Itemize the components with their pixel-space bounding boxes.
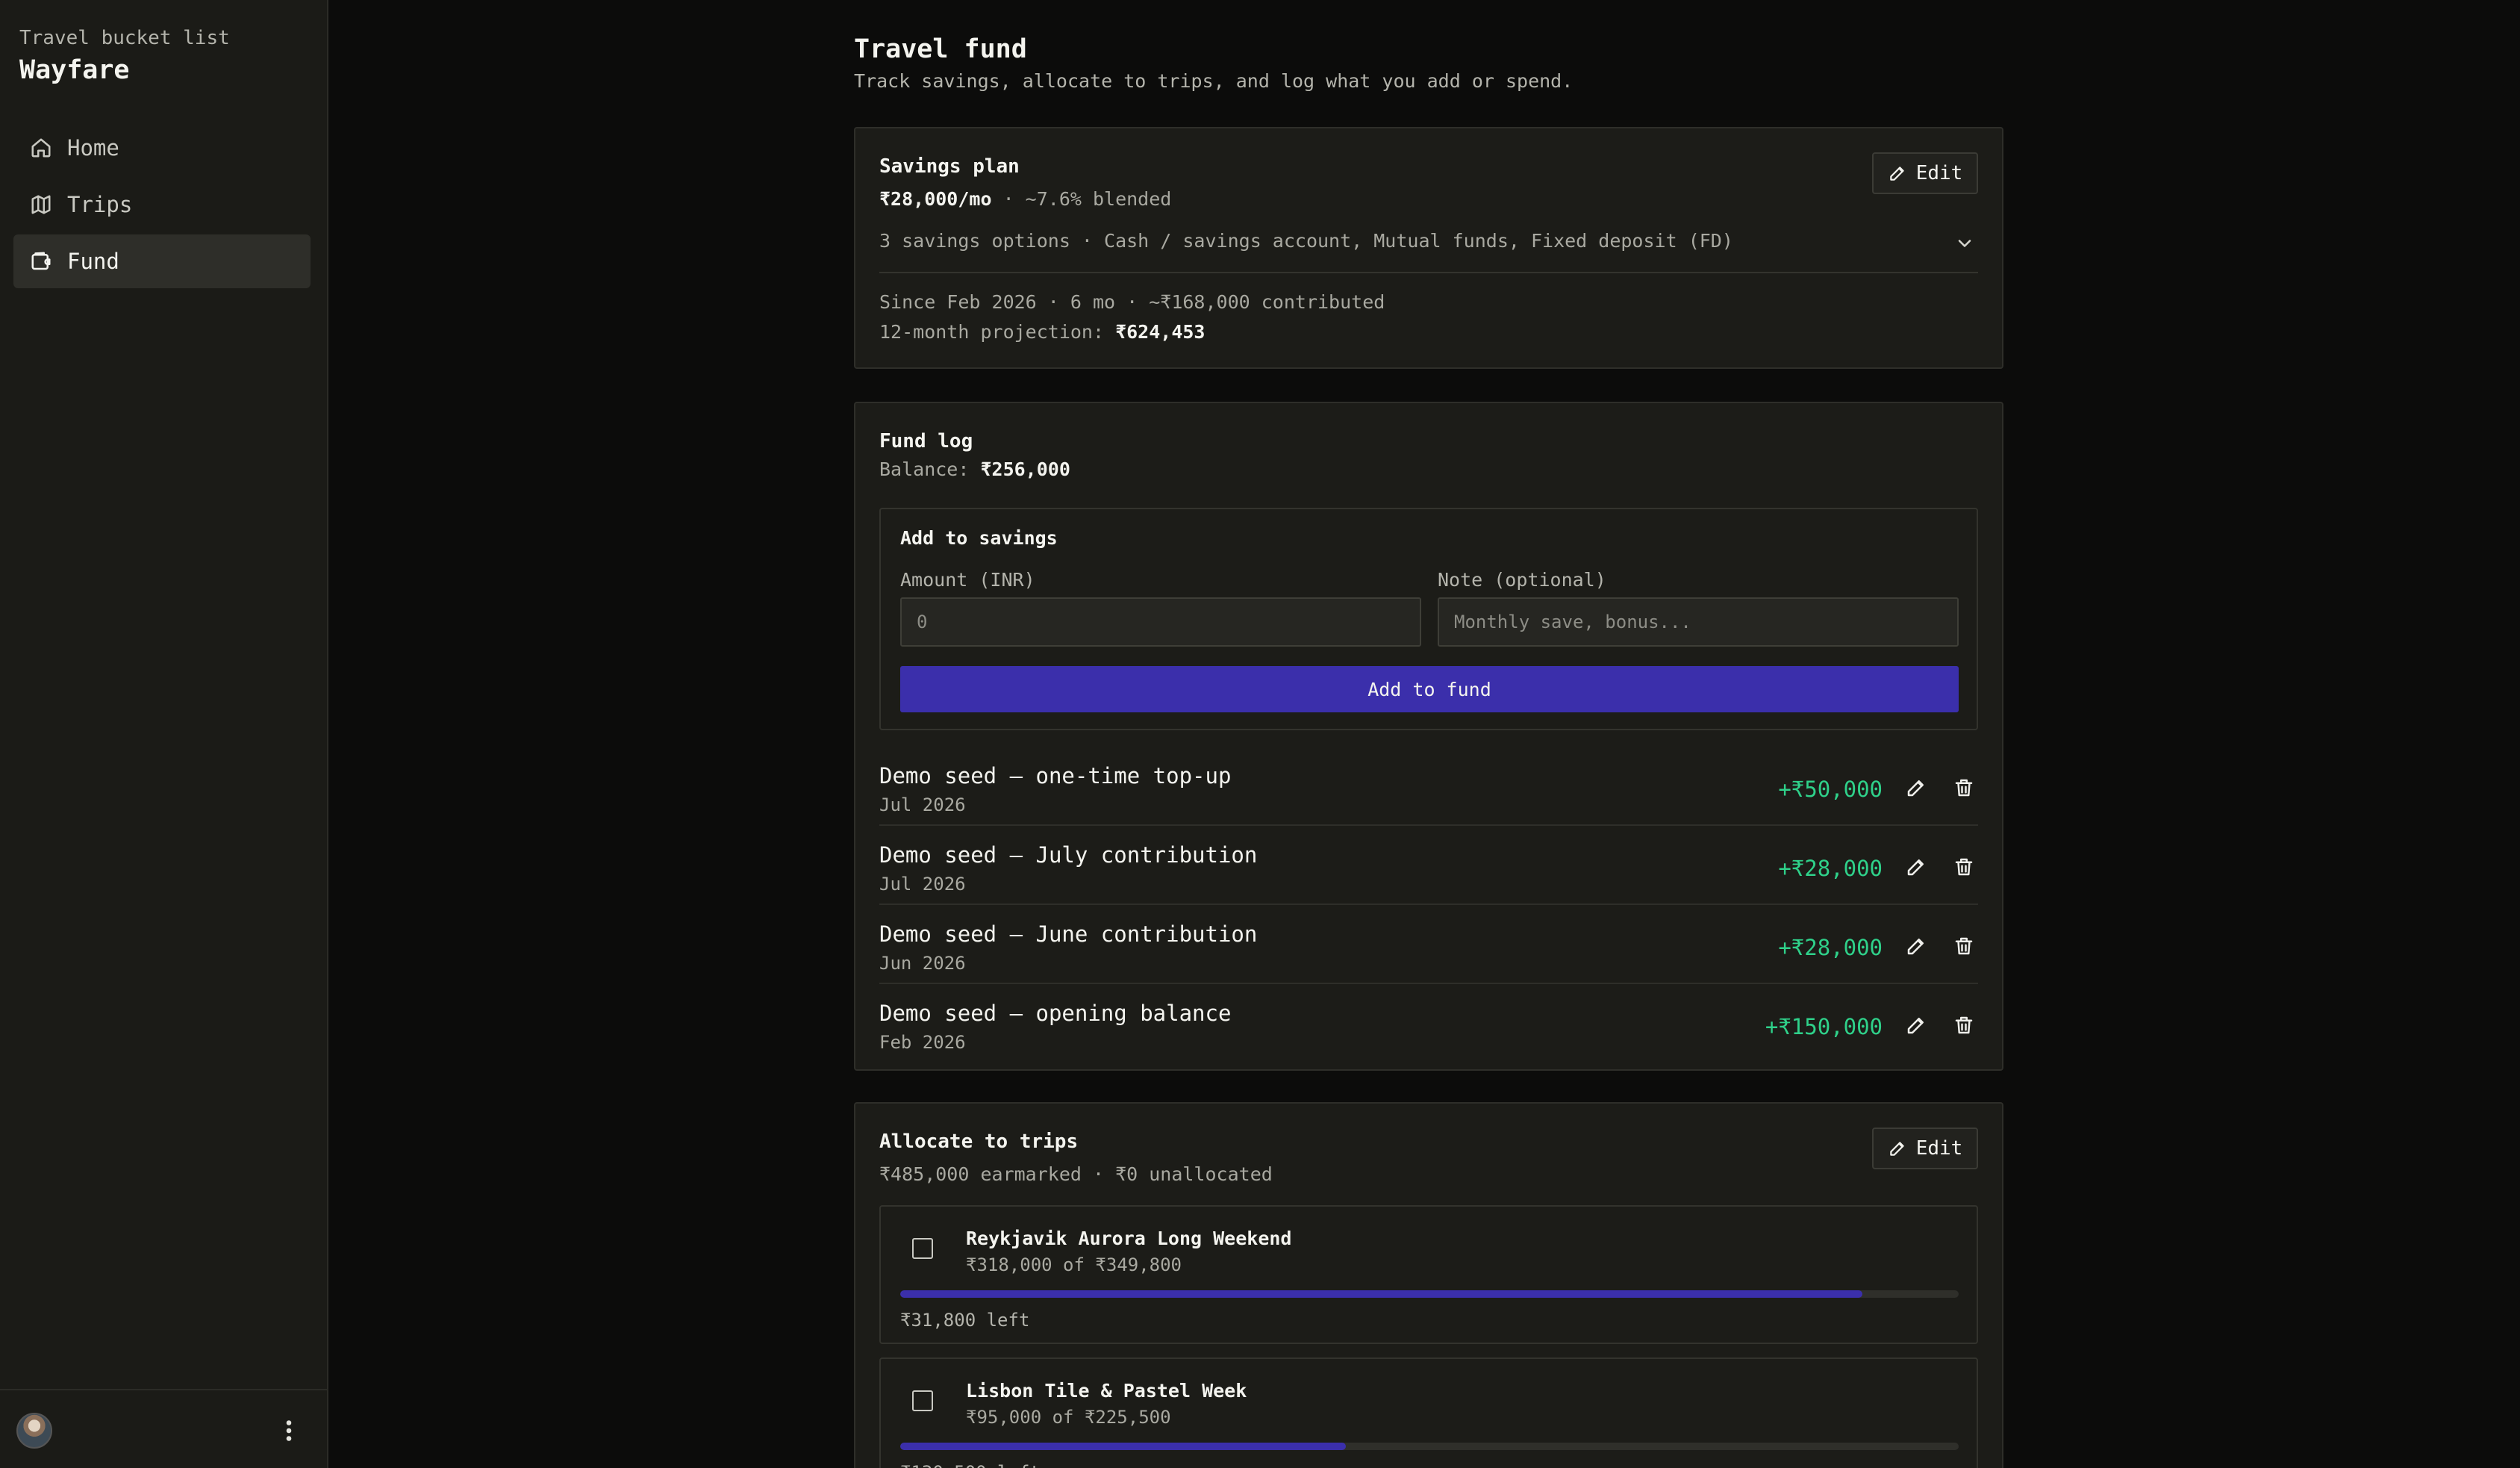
balance: Balance: ₹256,000 [879, 458, 1070, 480]
savings-plan-title: Savings plan [879, 155, 1020, 178]
entry-date: Jun 2026 [879, 953, 966, 974]
page-title: Travel fund [854, 34, 1027, 64]
more-options-icon[interactable] [278, 1417, 300, 1444]
pencil-icon[interactable] [1905, 1014, 1927, 1036]
allocate-summary: ₹485,000 earmarked · ₹0 unallocated [879, 1163, 1273, 1185]
balance-value: ₹256,000 [980, 458, 1070, 480]
entry-title: Demo seed — July contribution [879, 842, 1258, 868]
sidebar-item-trips[interactable]: Trips [13, 178, 311, 231]
pencil-icon[interactable] [1905, 856, 1927, 878]
avatar[interactable] [16, 1413, 52, 1449]
wallet-icon [31, 252, 51, 270]
fund-log-entry: Demo seed — June contribution Jun 2026 +… [879, 905, 1978, 984]
pencil-icon[interactable] [1905, 935, 1927, 957]
trip-checkbox[interactable] [912, 1390, 933, 1411]
sidebar-item-label: Home [67, 135, 119, 161]
trash-icon[interactable] [1953, 1014, 1975, 1036]
note-input[interactable] [1438, 597, 1959, 647]
entry-title: Demo seed — one-time top-up [879, 763, 1232, 789]
projection-value: ₹624,453 [1115, 321, 1206, 343]
trip-progress-text: ₹95,000 of ₹225,500 [966, 1407, 1171, 1428]
sidebar-footer [0, 1389, 328, 1468]
pencil-icon [1889, 1142, 1904, 1156]
add-to-savings-form: Add to savings Amount (INR) Note (option… [879, 508, 1978, 730]
app: Travel bucket list Wayfare Home Trips Fu… [0, 0, 2520, 1468]
monthly-amount: ₹28,000/mo [879, 188, 992, 210]
trip-allocation: Reykjavik Aurora Long Weekend ₹318,000 o… [879, 1205, 1978, 1344]
sidebar: Travel bucket list Wayfare Home Trips Fu… [0, 0, 328, 1468]
brand-subtitle: Travel bucket list [19, 27, 230, 49]
projection: 12-month projection: ₹624,453 [879, 321, 1206, 343]
projection-label: 12-month projection: [879, 321, 1116, 343]
amount-label: Amount (INR) [900, 569, 1035, 591]
home-icon [31, 138, 51, 158]
sidebar-item-fund[interactable]: Fund [13, 234, 311, 288]
sidebar-nav: Home Trips Fund [13, 121, 311, 291]
fund-log-entry: Demo seed — one-time top-up Jul 2026 +₹5… [879, 747, 1978, 826]
entry-amount: +₹50,000 [1778, 777, 1883, 802]
amount-input[interactable] [900, 597, 1421, 647]
entry-date: Jul 2026 [879, 874, 966, 895]
trash-icon[interactable] [1953, 856, 1975, 878]
pencil-icon[interactable] [1905, 777, 1927, 799]
entry-amount: +₹150,000 [1765, 1014, 1883, 1039]
entry-amount: +₹28,000 [1778, 935, 1883, 960]
add-to-fund-button[interactable]: Add to fund [900, 666, 1959, 712]
note-label: Note (optional) [1438, 569, 1606, 591]
balance-label: Balance: [879, 458, 981, 480]
pencil-icon [1889, 167, 1904, 181]
trip-name: Lisbon Tile & Pastel Week [966, 1380, 1247, 1402]
fund-log-entry: Demo seed — opening balance Feb 2026 +₹1… [879, 984, 1978, 1063]
entry-date: Feb 2026 [879, 1032, 966, 1053]
trip-remaining: ₹31,800 left [900, 1310, 1030, 1331]
chevron-down-icon[interactable] [1954, 233, 1975, 254]
edit-label: Edit [1915, 162, 1963, 184]
entry-date: Jul 2026 [879, 794, 966, 815]
allocate-card: Allocate to trips Edit ₹485,000 earmarke… [854, 1102, 2003, 1468]
trip-progress-bar [900, 1290, 1959, 1298]
sidebar-item-label: Trips [67, 192, 133, 217]
entry-amount: +₹28,000 [1778, 856, 1883, 881]
blended-rate: · ~7.6% blended [991, 188, 1172, 210]
entry-title: Demo seed — June contribution [879, 921, 1258, 947]
divider [879, 272, 1978, 273]
savings-since: Since Feb 2026 · 6 mo · ~₹168,000 contri… [879, 291, 1385, 313]
trip-remaining: ₹130,500 left [900, 1462, 1041, 1468]
trip-checkbox[interactable] [912, 1238, 933, 1259]
brand-title: Wayfare [19, 55, 130, 85]
trip-allocation: Lisbon Tile & Pastel Week ₹95,000 of ₹22… [879, 1357, 1978, 1468]
trip-progress-fill [900, 1290, 1862, 1298]
fund-log-card: Fund log Balance: ₹256,000 Add to saving… [854, 402, 2003, 1071]
edit-label: Edit [1915, 1137, 1963, 1160]
sidebar-item-home[interactable]: Home [13, 121, 311, 175]
savings-rate: ₹28,000/mo · ~7.6% blended [879, 188, 1171, 210]
savings-plan-card: Savings plan Edit ₹28,000/mo · ~7.6% ble… [854, 127, 2003, 369]
trip-progress-bar [900, 1443, 1959, 1450]
trip-name: Reykjavik Aurora Long Weekend [966, 1228, 1292, 1249]
trip-progress-text: ₹318,000 of ₹349,800 [966, 1254, 1182, 1275]
edit-savings-plan-button[interactable]: Edit [1872, 152, 1978, 194]
entry-title: Demo seed — opening balance [879, 1001, 1232, 1026]
add-to-savings-title: Add to savings [900, 527, 1058, 549]
page-subtitle: Track savings, allocate to trips, and lo… [854, 70, 1574, 92]
sidebar-item-label: Fund [67, 249, 119, 274]
trash-icon[interactable] [1953, 777, 1975, 799]
edit-allocation-button[interactable]: Edit [1872, 1128, 1978, 1169]
fund-log-title: Fund log [879, 430, 973, 452]
allocate-title: Allocate to trips [879, 1130, 1079, 1153]
fund-log-entry: Demo seed — July contribution Jul 2026 +… [879, 826, 1978, 905]
trip-progress-fill [900, 1443, 1346, 1450]
trash-icon[interactable] [1953, 935, 1975, 957]
map-icon [31, 195, 51, 214]
savings-options[interactable]: 3 savings options · Cash / savings accou… [879, 230, 1733, 252]
